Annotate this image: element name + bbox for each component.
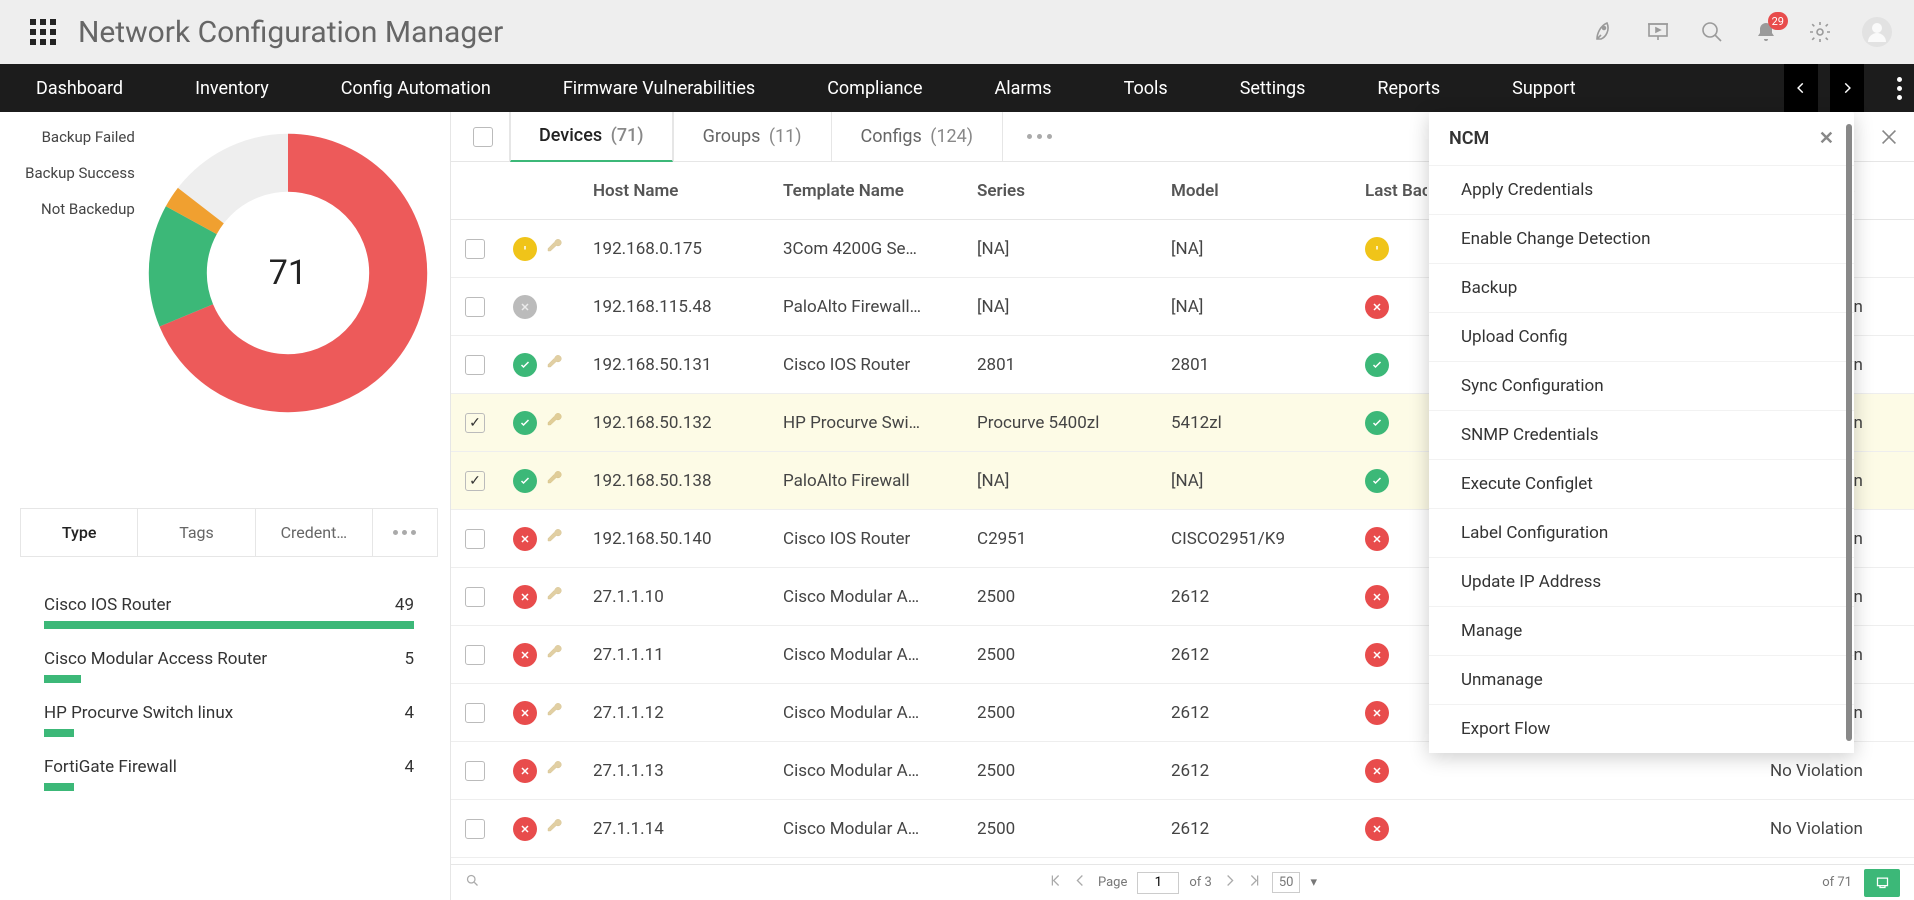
donut-chart: 71 — [143, 128, 433, 418]
popup-title: NCM — [1449, 128, 1489, 149]
avatar-icon[interactable] — [1862, 17, 1892, 47]
side-tabs-more-icon[interactable] — [373, 509, 437, 556]
sidebar: Backup Failed Backup Success Not Backedu… — [0, 112, 450, 900]
nav-support[interactable]: Support — [1476, 64, 1612, 112]
col-series[interactable]: Series — [977, 181, 1171, 201]
popup-scrollbar[interactable] — [1846, 124, 1852, 741]
table-row[interactable]: 27.1.1.14 Cisco Modular A… 2500 2612 No … — [451, 800, 1914, 858]
side-tab-tags[interactable]: Tags — [138, 509, 255, 556]
app-title: Network Configuration Manager — [78, 15, 503, 50]
page-first-icon[interactable] — [1048, 873, 1063, 892]
page-input[interactable] — [1137, 872, 1179, 894]
main-area: Devices (71) Groups (11) Configs (124) S… — [450, 112, 1914, 900]
popup-item[interactable]: Execute Configlet — [1429, 459, 1854, 508]
nav-compliance[interactable]: Compliance — [791, 64, 958, 112]
row-checkbox[interactable] — [465, 703, 485, 723]
row-checkbox[interactable] — [465, 761, 485, 781]
page-label: Page — [1098, 875, 1127, 890]
side-tab-credentials[interactable]: Credent… — [256, 509, 373, 556]
nav-config-automation[interactable]: Config Automation — [305, 64, 527, 112]
donut-legend: Backup Failed Backup Success Not Backedu… — [25, 128, 135, 236]
type-row[interactable]: Cisco IOS Router49 — [44, 585, 414, 639]
popup-item[interactable]: Backup — [1429, 263, 1854, 312]
actions-popup: NCM ✕ Apply CredentialsEnable Change Det… — [1429, 112, 1854, 753]
row-checkbox[interactable] — [465, 471, 485, 491]
popup-item[interactable]: SNMP Credentials — [1429, 410, 1854, 459]
col-hostname[interactable]: Host Name — [593, 181, 783, 201]
notif-badge: 29 — [1768, 12, 1788, 30]
tab-groups[interactable]: Groups (11) — [674, 112, 831, 162]
tab-configs[interactable]: Configs (124) — [832, 112, 1003, 162]
col-last-backup[interactable]: Last Backup St… — [1365, 181, 1427, 201]
export-icon[interactable] — [1864, 869, 1900, 897]
row-checkbox[interactable] — [465, 645, 485, 665]
apps-grid-icon[interactable] — [30, 19, 56, 45]
type-list: Cisco IOS Router49Cisco Modular Access R… — [16, 585, 442, 801]
nav-alarms[interactable]: Alarms — [959, 64, 1088, 112]
popup-item[interactable]: Update IP Address — [1429, 557, 1854, 606]
nav-reports[interactable]: Reports — [1341, 64, 1476, 112]
popup-item[interactable]: Unmanage — [1429, 655, 1854, 704]
rocket-icon[interactable] — [1592, 20, 1616, 44]
page-total: of 71 — [1822, 875, 1852, 890]
nav-firmware[interactable]: Firmware Vulnerabilities — [527, 64, 791, 112]
table-search-icon[interactable] — [465, 873, 480, 892]
popup-item[interactable]: Label Configuration — [1429, 508, 1854, 557]
bell-icon[interactable]: 29 — [1754, 20, 1778, 44]
pager: Page of 3 50 ▾ of 71 — [451, 864, 1914, 900]
nav-dashboard[interactable]: Dashboard — [0, 64, 159, 112]
page-size[interactable]: 50 — [1272, 872, 1301, 893]
type-row[interactable]: FortiGate Firewall4 — [44, 747, 414, 801]
gear-icon[interactable] — [1808, 20, 1832, 44]
type-row[interactable]: Cisco Modular Access Router5 — [44, 639, 414, 693]
page-last-icon[interactable] — [1247, 873, 1262, 892]
row-checkbox[interactable] — [465, 587, 485, 607]
popup-item[interactable]: Enable Change Detection — [1429, 214, 1854, 263]
row-checkbox[interactable] — [465, 413, 485, 433]
col-model[interactable]: Model — [1171, 181, 1365, 201]
popup-close-icon[interactable]: ✕ — [1819, 128, 1834, 149]
search-icon[interactable] — [1700, 20, 1724, 44]
donut-total: 71 — [143, 128, 433, 418]
row-checkbox[interactable] — [465, 819, 485, 839]
popup-item[interactable]: Upload Config — [1429, 312, 1854, 361]
row-checkbox[interactable] — [465, 355, 485, 375]
side-tabs: Type Tags Credent… — [20, 508, 438, 557]
nav-settings[interactable]: Settings — [1204, 64, 1342, 112]
row-checkbox[interactable] — [465, 239, 485, 259]
close-icon[interactable] — [1878, 126, 1900, 148]
col-template[interactable]: Template Name — [783, 181, 977, 201]
popup-item[interactable]: Manage — [1429, 606, 1854, 655]
tab-devices[interactable]: Devices (71) — [510, 112, 673, 162]
main-nav: Dashboard Inventory Config Automation Fi… — [0, 64, 1914, 112]
row-checkbox[interactable] — [465, 297, 485, 317]
nav-kebab-icon[interactable] — [1897, 77, 1902, 100]
select-all-checkbox[interactable] — [473, 127, 493, 147]
side-tab-type[interactable]: Type — [21, 509, 138, 556]
popup-item[interactable]: Sync Configuration — [1429, 361, 1854, 410]
page-prev-icon[interactable] — [1073, 873, 1088, 892]
popup-item[interactable]: Export Flow — [1429, 704, 1854, 753]
presentation-icon[interactable] — [1646, 20, 1670, 44]
top-bar: Network Configuration Manager 29 — [0, 0, 1914, 64]
page-of: of 3 — [1189, 875, 1211, 890]
row-checkbox[interactable] — [465, 529, 485, 549]
nav-next-icon[interactable] — [1830, 64, 1864, 112]
page-next-icon[interactable] — [1222, 873, 1237, 892]
nav-inventory[interactable]: Inventory — [159, 64, 305, 112]
popup-item[interactable]: Apply Credentials — [1429, 165, 1854, 214]
type-row[interactable]: HP Procurve Switch linux4 — [44, 693, 414, 747]
nav-prev-icon[interactable] — [1784, 64, 1818, 112]
nav-tools[interactable]: Tools — [1088, 64, 1204, 112]
tab-more-icon[interactable] — [1003, 134, 1076, 139]
